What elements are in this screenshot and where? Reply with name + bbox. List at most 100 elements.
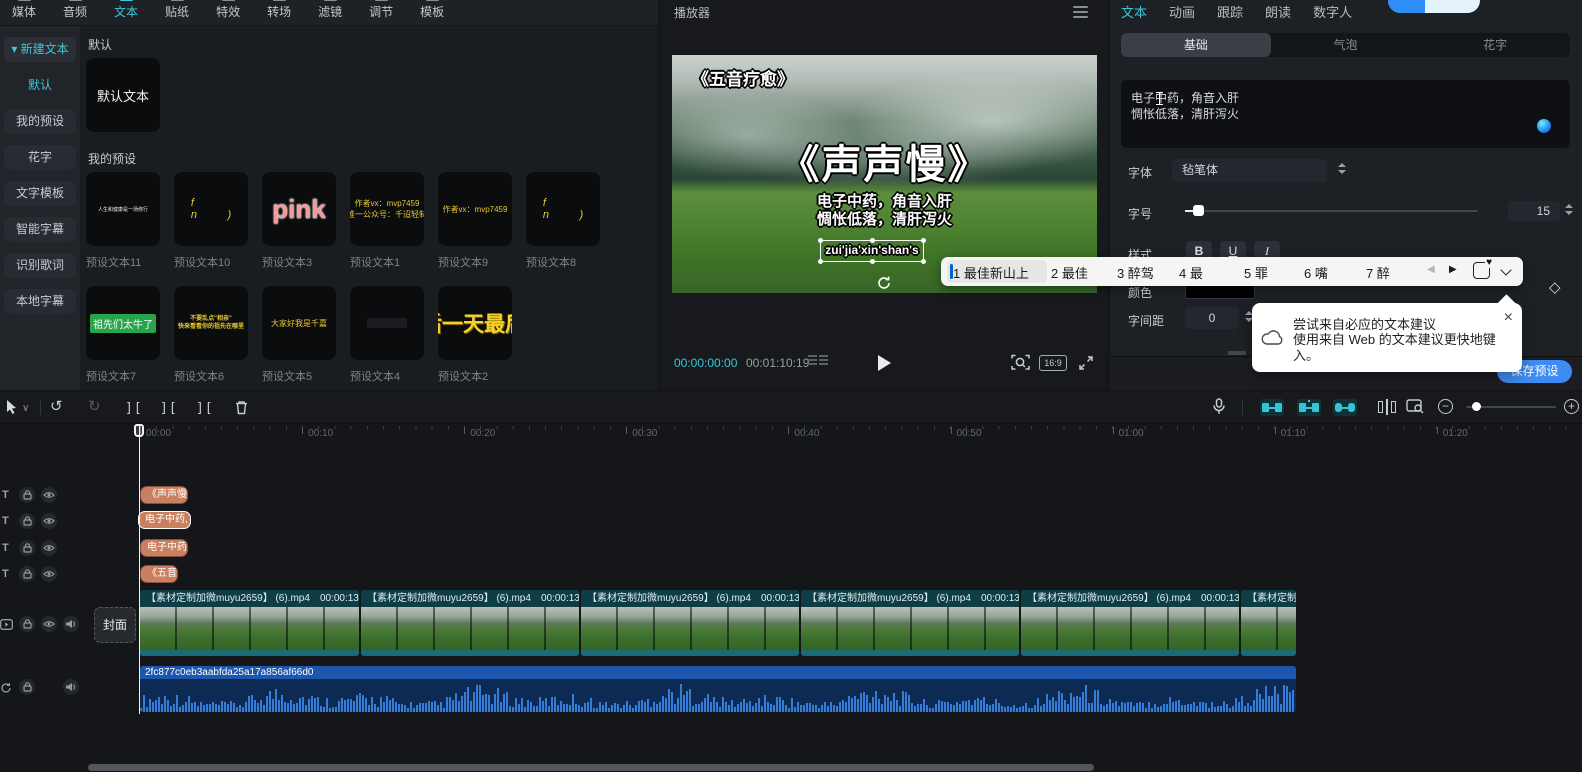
ime-candidate-7[interactable]: 7 醉: [1366, 263, 1390, 282]
text-clip-3[interactable]: 电子中药,: [140, 539, 188, 557]
horizontal-scrollbar[interactable]: [88, 764, 1094, 771]
sidebar-item-文字模板[interactable]: 文字模板: [4, 181, 76, 206]
video-clip-1[interactable]: 【素材定制加微muyu2659】 (6).mp400:00:13:1: [140, 590, 359, 656]
menu-item-模板[interactable]: 模板: [420, 0, 444, 20]
selection-handle[interactable]: [921, 259, 926, 264]
inspector-subtab-气泡[interactable]: 气泡: [1271, 33, 1421, 57]
menu-item-滤镜[interactable]: 滤镜: [318, 0, 342, 20]
fullscreen-icon[interactable]: [1078, 355, 1094, 374]
inspector-tab-朗读[interactable]: 朗读: [1265, 2, 1291, 21]
menu-item-贴纸[interactable]: 贴纸: [165, 0, 189, 20]
text-clip-1[interactable]: 《声声慢》: [140, 486, 188, 504]
text-track-3-visibility-icon[interactable]: [41, 540, 57, 556]
ime-expand-chevron-icon[interactable]: [1500, 264, 1511, 275]
sidebar-item-默认[interactable]: 默认: [4, 73, 76, 98]
video-clip-4[interactable]: 【素材定制加微muyu2659】 (6).mp400:00:13:1: [801, 590, 1019, 656]
text-track-4-lock-icon[interactable]: [19, 566, 35, 582]
video-track-visibility-icon[interactable]: [41, 616, 57, 632]
video-track-video-track-icon[interactable]: [0, 619, 13, 633]
size-stepper[interactable]: [1565, 204, 1573, 215]
text-track-2-lock-icon[interactable]: [19, 513, 35, 529]
audio-clip[interactable]: 2fc877c0eb3aabfda25a17a856af66d0: [140, 666, 1296, 712]
timeline-zoom-knob[interactable]: [1472, 402, 1481, 411]
ime-prev-page-icon[interactable]: ◀: [1427, 264, 1435, 275]
audio-track-audio-track-icon[interactable]: [0, 682, 12, 697]
selection-handle[interactable]: [870, 259, 875, 264]
selection-handle[interactable]: [818, 238, 823, 243]
inspector-tab-跟踪[interactable]: 跟踪: [1217, 2, 1243, 21]
font-stepper[interactable]: [1338, 163, 1346, 174]
preset-card-预设文本11[interactable]: 人生和健康是一场修行: [86, 172, 160, 246]
split-keep-left-icon[interactable]: ][: [160, 401, 178, 416]
delete-icon[interactable]: [235, 400, 248, 418]
preview-axis-icon[interactable]: [1406, 399, 1425, 417]
sidebar-item-我的预设[interactable]: 我的预设: [4, 109, 76, 134]
selection-handle[interactable]: [870, 238, 875, 243]
default-text-card[interactable]: 默认文本: [86, 58, 160, 132]
text-track-2-visibility-icon[interactable]: [41, 513, 57, 529]
ime-candidate-1[interactable]: 1 最佳新山上: [953, 263, 1029, 282]
playhead-handle[interactable]: [134, 424, 144, 437]
split-clip-icon[interactable]: [1378, 401, 1396, 413]
ime-candidate-4[interactable]: 4 最: [1179, 263, 1203, 282]
text-track-2-text-track-icon[interactable]: T: [2, 515, 9, 527]
inspector-tab-动画[interactable]: 动画: [1169, 2, 1195, 21]
sidebar-item-本地字幕[interactable]: 本地字幕: [4, 289, 76, 314]
menu-item-调节[interactable]: 调节: [369, 0, 393, 20]
zoom-in-icon[interactable]: +: [1564, 399, 1579, 414]
preset-card-预设文本10[interactable]: f n ): [174, 172, 248, 246]
preset-card-预设文本4[interactable]: [350, 286, 424, 360]
selected-text-box[interactable]: zui'jia'xin'shan's: [820, 240, 924, 262]
menu-item-转场[interactable]: 转场: [267, 0, 291, 20]
video-track-lock-icon[interactable]: [19, 616, 35, 632]
tooltip-close-icon[interactable]: ×: [1504, 309, 1513, 327]
preset-card-预设文本8[interactable]: f n ): [526, 172, 600, 246]
timeline-ruler[interactable]: 00:0000:1000:2000:3000:4000:5001:0001:10…: [0, 424, 1582, 446]
text-track-3-text-track-icon[interactable]: T: [2, 542, 9, 554]
size-value-box[interactable]: 15: [1508, 201, 1560, 221]
video-clip-6[interactable]: 【素材定制加微muyu2659】 (6).mp400:00:13:1: [1241, 590, 1296, 656]
preset-card-预设文本3[interactable]: pink: [262, 172, 336, 246]
text-track-4-text-track-icon[interactable]: T: [2, 568, 9, 580]
sidebar-item-智能字幕[interactable]: 智能字幕: [4, 217, 76, 242]
audio-track-lock-icon[interactable]: [19, 679, 35, 695]
keyframe-diamond-icon[interactable]: ◇: [1549, 278, 1561, 296]
ime-language-pill[interactable]: [1388, 0, 1480, 13]
size-slider-knob[interactable]: [1193, 205, 1204, 216]
ai-assistant-icon[interactable]: [1534, 116, 1554, 136]
inspector-tab-数字人[interactable]: 数字人: [1313, 2, 1352, 21]
menu-item-媒体[interactable]: 媒体: [12, 0, 36, 20]
select-tool-icon[interactable]: [5, 399, 19, 418]
redo-icon[interactable]: ↻: [88, 398, 101, 416]
inspector-tab-文本[interactable]: 文本: [1121, 2, 1147, 21]
preset-card-预设文本9[interactable]: 作者vx：mvp7459: [438, 172, 512, 246]
preview-quality-icon[interactable]: [1011, 354, 1030, 374]
player-menu-icon[interactable]: [1073, 6, 1088, 21]
video-clip-3[interactable]: 【素材定制加微muyu2659】 (6).mp400:00:13:1: [581, 590, 799, 656]
ime-clipboard-icon[interactable]: ♥: [1473, 262, 1490, 279]
timeline-zoom-slider[interactable]: [1466, 406, 1556, 408]
sidebar-item-花字[interactable]: 花字: [4, 145, 76, 170]
text-track-3-lock-icon[interactable]: [19, 540, 35, 556]
inspector-subtab-基础[interactable]: 基础: [1121, 33, 1271, 57]
snap-toggle-icon[interactable]: [1260, 399, 1284, 416]
menu-item-文本[interactable]: 文本: [114, 0, 138, 20]
menu-item-特效[interactable]: 特效: [216, 0, 240, 20]
ime-next-page-icon[interactable]: ▶: [1449, 264, 1457, 275]
split-icon[interactable]: ][: [125, 401, 143, 416]
select-tool-dropdown-icon[interactable]: ∨: [22, 400, 29, 418]
zoom-out-icon[interactable]: −: [1438, 399, 1453, 414]
cover-button[interactable]: 封面: [94, 607, 136, 643]
menu-item-音频[interactable]: 音频: [63, 0, 87, 20]
text-track-1-lock-icon[interactable]: [19, 487, 35, 503]
ime-candidate-5[interactable]: 5 罪: [1244, 263, 1268, 282]
aspect-ratio-button[interactable]: 16:9: [1039, 355, 1067, 371]
text-track-4-visibility-icon[interactable]: [41, 566, 57, 582]
preset-card-预设文本1[interactable]: 作者vx：mvp7459 唯一公众号：千迢轻制: [350, 172, 424, 246]
text-content-input[interactable]: 电子中药，角音入肝 惆怅低落，清肝泻火: [1121, 80, 1570, 148]
inspector-subtab-花字[interactable]: 花字: [1420, 33, 1570, 57]
text-track-1-text-track-icon[interactable]: T: [2, 489, 9, 501]
split-keep-right-icon[interactable]: ][: [196, 401, 214, 416]
text-clip-2[interactable]: 电子中药,: [138, 511, 191, 529]
audio-track-mute-icon[interactable]: [63, 679, 79, 695]
